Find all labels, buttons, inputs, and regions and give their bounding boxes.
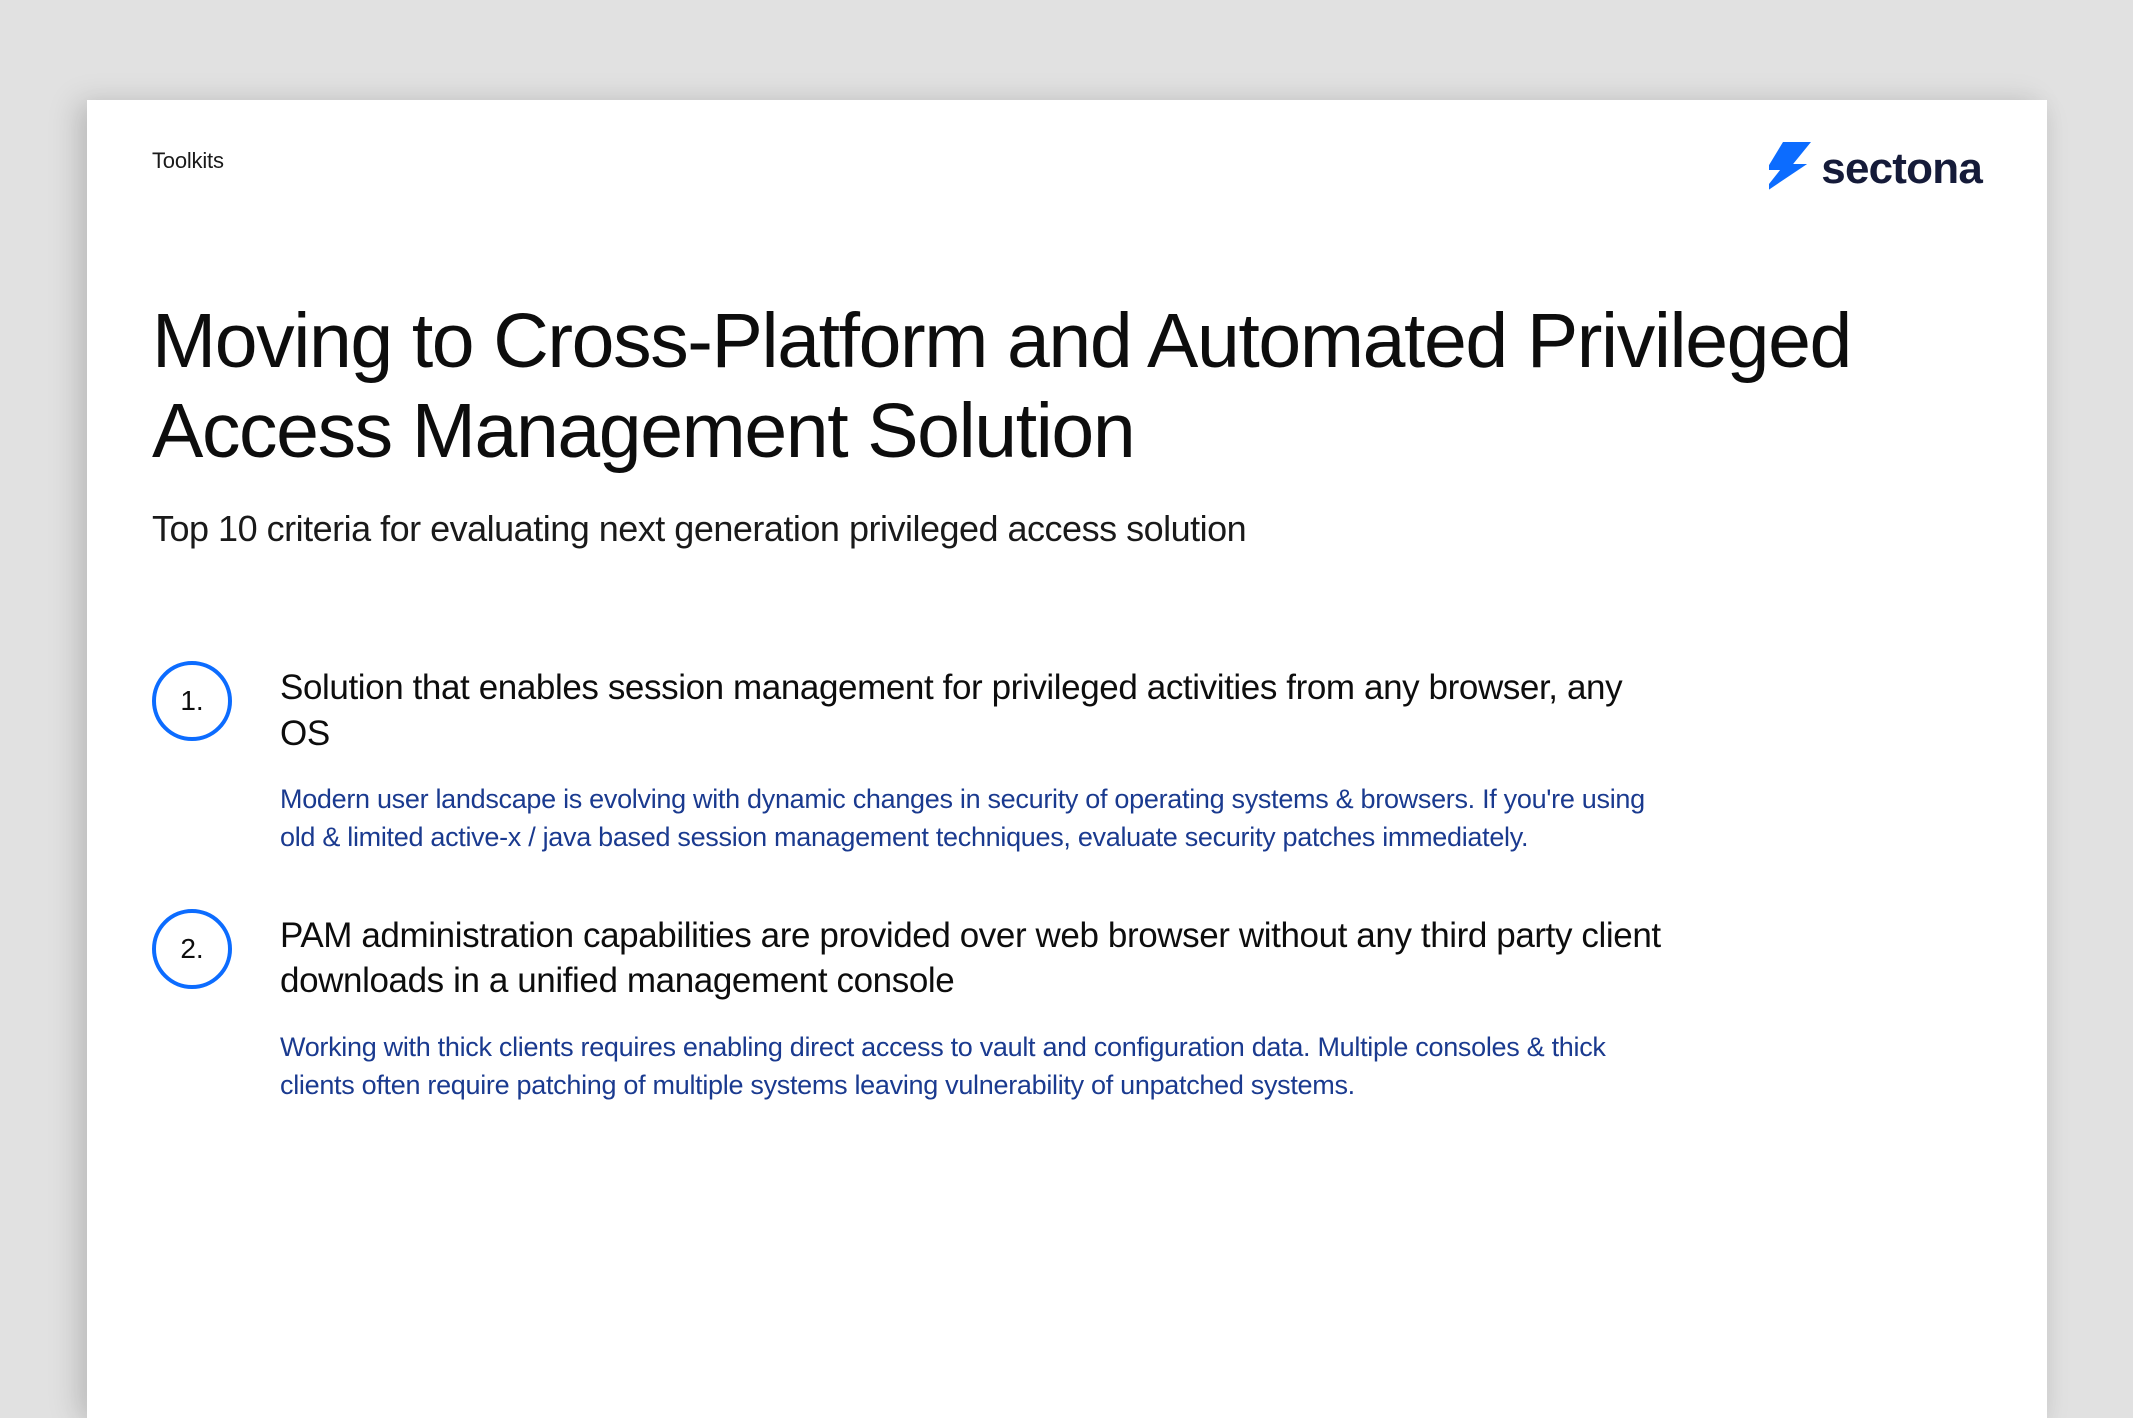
document-subtitle: Top 10 criteria for evaluating next gene… bbox=[152, 508, 1982, 550]
criteria-number-badge: 2. bbox=[152, 909, 232, 989]
document-title: Moving to Cross-Platform and Automated P… bbox=[152, 296, 1982, 476]
document-header: Toolkits sectona bbox=[152, 148, 1982, 196]
criteria-list: 1. Solution that enables session managem… bbox=[152, 665, 1982, 1104]
criteria-description: Modern user landscape is evolving with d… bbox=[280, 780, 1680, 857]
criteria-content: Solution that enables session management… bbox=[280, 665, 1680, 857]
criteria-item: 1. Solution that enables session managem… bbox=[152, 665, 1982, 857]
criteria-heading: Solution that enables session management… bbox=[280, 665, 1680, 756]
document-page: Toolkits sectona Moving to Cross-Platfor… bbox=[87, 100, 2047, 1418]
criteria-number-badge: 1. bbox=[152, 661, 232, 741]
criteria-content: PAM administration capabilities are prov… bbox=[280, 913, 1680, 1105]
brand-logo: sectona bbox=[1769, 142, 1982, 196]
lightning-icon bbox=[1769, 142, 1811, 196]
document-category: Toolkits bbox=[152, 148, 224, 174]
criteria-heading: PAM administration capabilities are prov… bbox=[280, 913, 1680, 1004]
brand-name: sectona bbox=[1821, 144, 1982, 194]
criteria-item: 2. PAM administration capabilities are p… bbox=[152, 913, 1982, 1105]
criteria-description: Working with thick clients requires enab… bbox=[280, 1028, 1680, 1105]
